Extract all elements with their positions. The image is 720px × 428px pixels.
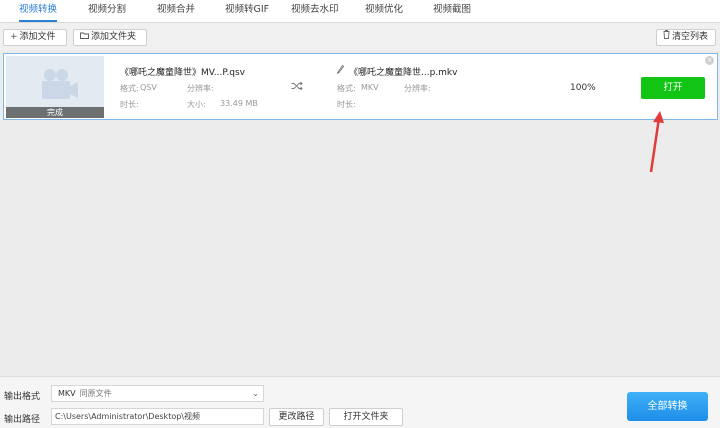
output-format-select[interactable]: MKV 同原文件 ⌄ <box>51 385 264 402</box>
change-path-button[interactable]: 更改路径 <box>269 408 324 426</box>
output-path-label: 输出路径 <box>4 415 41 425</box>
open-folder-button[interactable]: 打开文件夹 <box>329 408 403 426</box>
convert-all-button[interactable]: 全部转换 <box>627 392 708 421</box>
annotation-arrow <box>649 111 664 173</box>
chevron-down-icon: ⌄ <box>252 389 259 398</box>
output-format-sub: 同原文件 <box>79 389 112 398</box>
output-path-field[interactable]: C:\Users\Administrator\Desktop\视频 <box>51 408 264 425</box>
output-format-value: MKV <box>58 389 76 398</box>
output-format-label: 输出格式 <box>4 392 41 402</box>
output-settings-panel: 输出格式 MKV 同原文件 ⌄ 输出路径 C:\Users\Administrat… <box>0 376 720 428</box>
